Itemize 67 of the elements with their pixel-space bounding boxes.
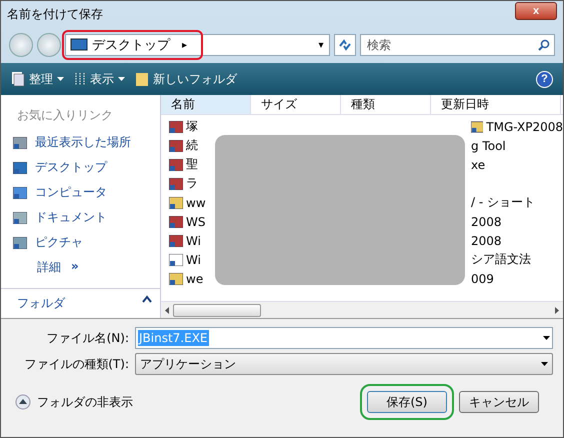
monitor-icon <box>70 38 88 52</box>
column-header[interactable]: 名前 <box>161 95 251 114</box>
filetype-dropdown[interactable]: アプリケーション <box>135 353 553 375</box>
search-icon <box>538 39 550 51</box>
document-icon <box>169 254 183 266</box>
document-icon <box>13 212 27 224</box>
chevron-up-icon <box>142 295 152 303</box>
document-icon <box>13 236 27 248</box>
sidebar-item[interactable]: コンピュータ <box>1 180 160 205</box>
caret-icon <box>118 77 125 81</box>
help-button[interactable]: ? <box>536 70 553 88</box>
breadcrumb-separator[interactable]: ▸ <box>182 40 188 50</box>
file-item[interactable]: WS <box>169 212 206 231</box>
folder-icon <box>471 120 484 132</box>
organize-button[interactable]: 整理 <box>11 70 64 88</box>
monitor-icon <box>13 162 27 174</box>
program-icon <box>169 120 183 132</box>
refresh-button[interactable] <box>334 34 356 56</box>
pages-icon <box>11 71 25 87</box>
caret-icon <box>541 362 548 366</box>
file-item[interactable]: xe <box>471 155 563 174</box>
file-item[interactable]: 続 <box>169 136 206 155</box>
program-icon <box>169 158 183 170</box>
file-item[interactable]: 聖 <box>169 155 206 174</box>
sidebar-item[interactable]: ドキュメント <box>1 205 160 230</box>
filename-label: ファイル名(N): <box>46 330 129 346</box>
folder-icon <box>169 196 183 208</box>
file-item[interactable]: ww <box>169 193 206 212</box>
more-link[interactable]: 詳細 » <box>1 255 160 280</box>
caret-icon <box>543 336 550 340</box>
columns-icon <box>74 72 86 86</box>
favorites-heading: お気に入りリンク <box>16 107 114 124</box>
refresh-icon <box>338 38 352 52</box>
folder-icon <box>169 272 183 284</box>
file-item[interactable]: we <box>169 269 206 288</box>
file-item[interactable]: ラ <box>169 174 206 193</box>
sidebar-item[interactable]: デスクトップ <box>1 155 160 180</box>
file-item[interactable]: シア語文法 <box>471 250 563 269</box>
filetype-label: ファイルの種類(T): <box>23 356 129 372</box>
caret-icon <box>57 77 64 81</box>
breadcrumb-item[interactable]: デスクトップ ▸ <box>62 30 204 60</box>
file-item[interactable]: 塚 <box>169 117 206 136</box>
view-button[interactable]: 表示 <box>74 70 125 88</box>
search-field[interactable]: 検索 <box>360 34 555 56</box>
hide-folders-button[interactable]: フォルダの非表示 <box>9 394 139 410</box>
file-item[interactable]: Wi <box>169 250 206 269</box>
file-item[interactable]: 2008 <box>471 212 563 231</box>
file-item[interactable]: g Tool <box>471 136 563 155</box>
sidebar-item[interactable]: ピクチャ <box>1 230 160 255</box>
program-icon <box>169 178 183 190</box>
horizontal-scrollbar[interactable] <box>161 301 563 318</box>
program-icon <box>169 234 183 246</box>
sidebar-item[interactable]: 最近表示した場所 <box>1 130 160 155</box>
chevron-up-icon <box>15 394 31 410</box>
file-item[interactable]: 009 <box>471 269 563 288</box>
file-item[interactable]: Wi <box>169 231 206 250</box>
scroll-left-icon[interactable] <box>165 306 169 314</box>
scroll-right-icon[interactable] <box>555 306 559 314</box>
folder-icon <box>135 71 149 87</box>
file-item[interactable]: 2008 <box>471 231 563 250</box>
cancel-button[interactable]: キャンセル <box>459 391 539 413</box>
new-folder-button[interactable]: 新しいフォルダ <box>135 70 237 88</box>
window-title: 名前を付けて保存 <box>7 6 103 22</box>
program-icon <box>169 140 183 152</box>
file-item[interactable]: / - ショート <box>471 193 563 212</box>
file-item[interactable]: TMG-XP2008 <box>471 117 563 136</box>
program-icon <box>169 216 183 228</box>
